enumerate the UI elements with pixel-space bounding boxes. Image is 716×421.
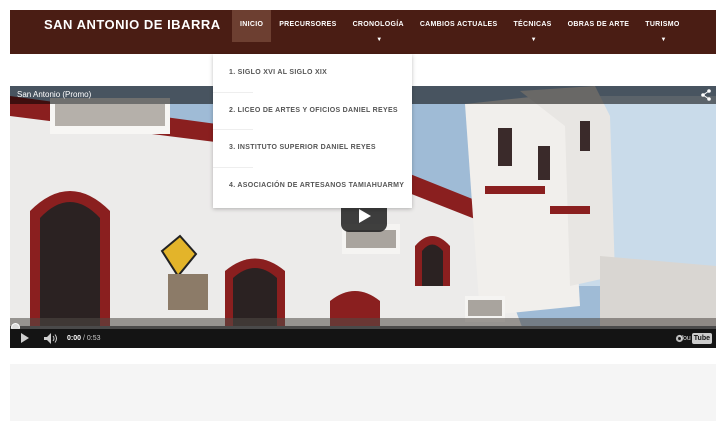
caret-down-icon: ▼ (530, 37, 537, 43)
nav-label: OBRAS DE ARTE (567, 21, 630, 28)
content-panel (10, 364, 716, 421)
nav-label: TURISMO (645, 21, 680, 28)
play-icon[interactable] (21, 333, 29, 343)
nav-label: CAMBIOS ACTUALES (419, 21, 498, 28)
site-brand[interactable]: SAN ANTONIO DE IBARRA (44, 10, 221, 40)
dropdown-item-liceo[interactable]: 2. LICEO DE ARTES Y OFICIOS DANIEL REYES (213, 91, 412, 130)
caret-down-icon: ▼ (660, 37, 667, 43)
volume-icon[interactable] (44, 333, 58, 344)
time-display: 0:00 / 0:53 (67, 329, 100, 348)
main-nav: INICIO PRECURSORES CRONOLOGÍA ▼ CAMBIOS A… (232, 10, 688, 54)
nav-label: TÉCNICAS (513, 21, 552, 28)
nav-item-obras-de-arte[interactable]: OBRAS DE ARTE (560, 10, 638, 42)
nav-label: CRONOLOGÍA (352, 21, 404, 28)
nav-item-turismo[interactable]: TURISMO ▼ (637, 10, 687, 43)
current-time: 0:00 (67, 335, 82, 342)
dropdown-item-instituto[interactable]: 3. INSTITUTO SUPERIOR DANIEL REYES (213, 129, 412, 167)
video-title[interactable]: San Antonio (Promo) (17, 86, 91, 104)
inicio-dropdown-menu: 1. SIGLO XVI AL SIGLO XIX 2. LICEO DE AR… (213, 54, 412, 208)
nav-label: PRECURSORES (279, 21, 337, 28)
video-controls: 0:00 / 0:53 You Tube (10, 329, 716, 348)
duration: / 0:53 (82, 335, 101, 342)
logo-you: You (678, 335, 691, 342)
dropdown-item-siglo[interactable]: 1. SIGLO XVI AL SIGLO XIX (213, 54, 412, 92)
caret-down-icon: ▼ (376, 37, 383, 43)
nav-label: INICIO (240, 21, 264, 28)
share-icon[interactable] (701, 89, 711, 101)
nav-item-tecnicas[interactable]: TÉCNICAS ▼ (505, 10, 559, 43)
top-navbar: SAN ANTONIO DE IBARRA INICIO PRECURSORES… (10, 10, 716, 54)
nav-item-cambios-actuales[interactable]: CAMBIOS ACTUALES (412, 10, 506, 42)
logo-tube: Tube (691, 333, 712, 344)
play-icon (359, 209, 371, 223)
dropdown-item-asociacion[interactable]: 4. ASOCIACIÓN DE ARTESANOS TAMIAHUARMY (213, 166, 412, 205)
youtube-logo[interactable]: You Tube (679, 333, 712, 344)
nav-item-cronologia[interactable]: CRONOLOGÍA ▼ (345, 10, 412, 43)
nav-item-precursores[interactable]: PRECURSORES (271, 10, 344, 42)
nav-item-inicio[interactable]: INICIO (232, 10, 272, 42)
